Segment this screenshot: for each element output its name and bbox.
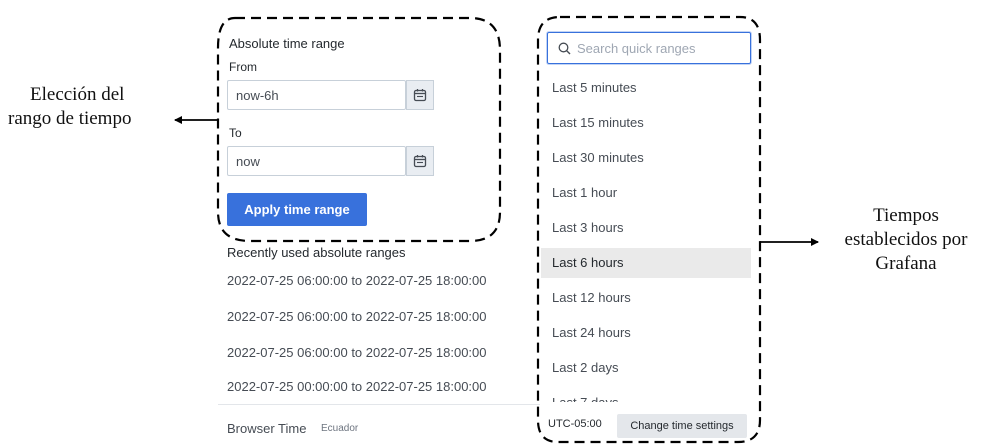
from-label: From (229, 60, 257, 74)
calendar-icon (413, 155, 427, 168)
footer-divider (218, 404, 540, 405)
quick-range-item[interactable]: Last 2 days (541, 353, 751, 383)
right-annotation-line2: establecidos por (844, 229, 968, 250)
quick-range-item[interactable]: Last 30 minutes (541, 143, 751, 173)
apply-time-range-button[interactable]: Apply time range (227, 193, 367, 226)
recent-ranges-title: Recently used absolute ranges (227, 245, 406, 260)
browser-location: Ecuador (321, 423, 359, 434)
quick-range-item[interactable]: Last 3 hours (541, 213, 751, 243)
right-annotation: Tiempos establecidos por Grafana (822, 204, 990, 276)
to-input[interactable]: now (227, 146, 406, 176)
recent-range-item[interactable]: 2022-07-25 06:00:00 to 2022-07-25 18:00:… (227, 273, 487, 288)
to-label: To (229, 126, 242, 140)
left-annotation-line2: rango de tiempo (8, 108, 132, 129)
browser-time-label: Browser Time (227, 421, 307, 436)
calendar-icon (413, 89, 427, 102)
quick-range-search[interactable] (547, 32, 751, 64)
from-input[interactable]: now-6h (227, 80, 406, 110)
right-annotation-line1: Tiempos (873, 205, 939, 226)
absolute-range-title: Absolute time range (229, 36, 345, 51)
quick-range-item[interactable]: Last 5 minutes (541, 73, 751, 103)
timezone-badge: UTC-05:00 (548, 418, 602, 430)
recent-range-item[interactable]: 2022-07-25 06:00:00 to 2022-07-25 18:00:… (227, 345, 487, 360)
search-icon (558, 42, 571, 54)
from-calendar-button[interactable] (406, 80, 434, 110)
quick-range-item[interactable]: Last 24 hours (541, 318, 751, 348)
right-annotation-line3: Grafana (875, 253, 937, 274)
left-annotation-line1: Elección del (30, 84, 125, 105)
search-input[interactable] (571, 40, 737, 56)
quick-range-item[interactable]: Last 12 hours (541, 283, 751, 313)
quick-range-item[interactable]: Last 15 minutes (541, 108, 751, 138)
quick-range-item[interactable]: Last 7 days (541, 388, 751, 402)
recent-range-item[interactable]: 2022-07-25 06:00:00 to 2022-07-25 18:00:… (227, 309, 487, 324)
to-calendar-button[interactable] (406, 146, 434, 176)
quick-range-item[interactable]: Last 1 hour (541, 178, 751, 208)
quick-range-item-selected[interactable]: Last 6 hours (541, 248, 751, 278)
recent-range-item[interactable]: 2022-07-25 00:00:00 to 2022-07-25 18:00:… (227, 379, 487, 394)
left-annotation: Elección del rango de tiempo (8, 83, 208, 131)
change-time-settings-button[interactable]: Change time settings (617, 414, 747, 438)
